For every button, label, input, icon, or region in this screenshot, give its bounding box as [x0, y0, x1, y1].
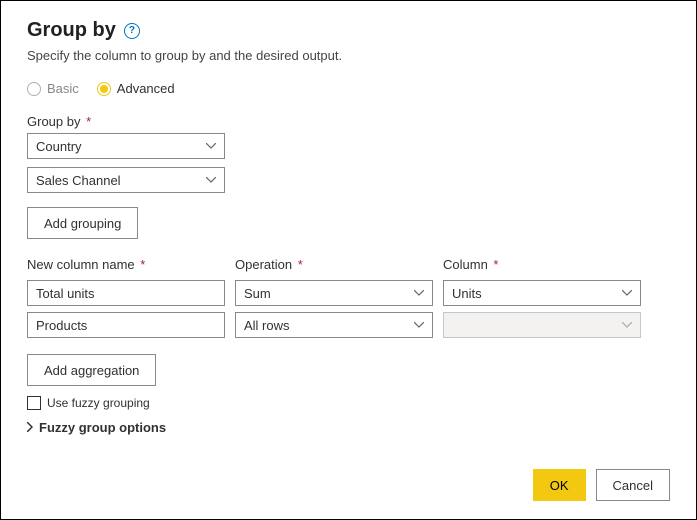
- radio-icon: [27, 82, 41, 96]
- groupby-select-1[interactable]: Sales Channel: [27, 167, 225, 193]
- mode-advanced-radio[interactable]: Advanced: [97, 81, 175, 96]
- ok-button[interactable]: OK: [533, 469, 586, 501]
- aggregation-row: Products All rows: [27, 312, 670, 338]
- chevron-down-icon: [206, 177, 216, 183]
- groupby-value-0: Country: [36, 139, 82, 154]
- mode-basic-radio[interactable]: Basic: [27, 81, 79, 96]
- new-column-name-input[interactable]: Total units: [27, 280, 225, 306]
- column-select-disabled: [443, 312, 641, 338]
- new-column-name-input[interactable]: Products: [27, 312, 225, 338]
- radio-icon: [97, 82, 111, 96]
- add-grouping-button[interactable]: Add grouping: [27, 207, 138, 239]
- fuzzy-options-label: Fuzzy group options: [39, 420, 166, 435]
- chevron-down-icon: [206, 143, 216, 149]
- cancel-button[interactable]: Cancel: [596, 469, 670, 501]
- groupby-select-0[interactable]: Country: [27, 133, 225, 159]
- fuzzy-grouping-checkbox[interactable]: [27, 396, 41, 410]
- chevron-right-icon: [27, 420, 33, 435]
- dialog-title: Group by: [27, 19, 116, 42]
- groupby-label: Group by *: [27, 114, 670, 129]
- chevron-down-icon: [622, 290, 632, 296]
- aggregation-row: Total units Sum Units: [27, 280, 670, 306]
- mode-advanced-label: Advanced: [117, 81, 175, 96]
- fuzzy-options-toggle[interactable]: Fuzzy group options: [27, 420, 670, 435]
- operation-label: Operation *: [235, 257, 433, 272]
- new-column-name-label: New column name *: [27, 257, 225, 272]
- column-select[interactable]: Units: [443, 280, 641, 306]
- mode-radio-group: Basic Advanced: [27, 81, 670, 96]
- fuzzy-grouping-label: Use fuzzy grouping: [47, 396, 150, 410]
- groupby-value-1: Sales Channel: [36, 173, 121, 188]
- dialog-footer: OK Cancel: [533, 469, 670, 501]
- mode-basic-label: Basic: [47, 81, 79, 96]
- dialog-subtitle: Specify the column to group by and the d…: [27, 48, 670, 63]
- operation-select[interactable]: All rows: [235, 312, 433, 338]
- column-label: Column *: [443, 257, 641, 272]
- add-aggregation-button[interactable]: Add aggregation: [27, 354, 156, 386]
- operation-select[interactable]: Sum: [235, 280, 433, 306]
- chevron-down-icon: [414, 290, 424, 296]
- chevron-down-icon: [622, 322, 632, 328]
- chevron-down-icon: [414, 322, 424, 328]
- help-icon[interactable]: ?: [124, 23, 140, 39]
- group-by-dialog: Group by ? Specify the column to group b…: [0, 0, 697, 520]
